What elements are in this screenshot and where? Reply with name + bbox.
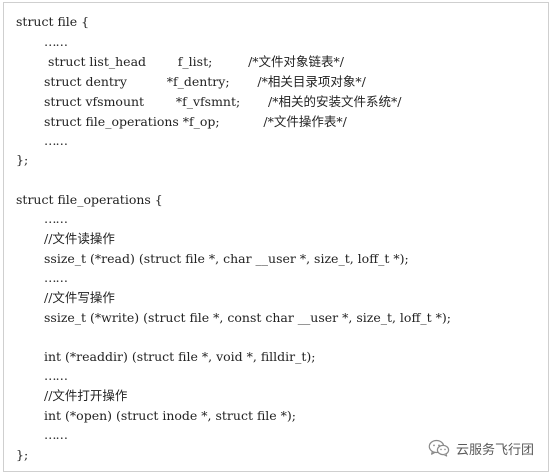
wechat-icon [428, 439, 450, 457]
code-line-ellipsis: …… [44, 34, 68, 49]
code-line-open-comment: //文件打开操作 [44, 388, 128, 403]
code-line-f-dentry: struct dentry *f_dentry; /*相关目录项对象*/ [44, 74, 366, 89]
code-line-readdir-signature: int (*readdir) (struct file *, void *, f… [44, 349, 316, 364]
code-line-write-comment: //文件写操作 [44, 290, 115, 305]
code-line-f-op: struct file_operations *f_op; /*文件操作表*/ [44, 114, 347, 129]
watermark-text: 云服务飞行团 [455, 442, 534, 458]
code-line-ellipsis: …… [44, 368, 68, 383]
code-line-read-signature: ssize_t (*read) (struct file *, char __u… [44, 251, 409, 266]
code-line-struct-fops-open: struct file_operations { [16, 192, 163, 207]
code-line-ellipsis: …… [44, 211, 68, 226]
code-line-struct-file-close: }; [16, 152, 29, 167]
code-frame: struct file { …… struct list_head f_list… [3, 2, 549, 472]
code-line-f-list: struct list_head f_list; /*文件对象链表*/ [44, 54, 345, 69]
code-line-open-signature: int (*open) (struct inode *, struct file… [44, 408, 296, 423]
code-line-read-comment: //文件读操作 [44, 231, 115, 246]
code-line-ellipsis: …… [44, 133, 68, 148]
code-line-write-signature: ssize_t (*write) (struct file *, const c… [44, 310, 451, 325]
code-line-ellipsis: …… [44, 427, 68, 442]
code-line-struct-fops-close: }; [16, 447, 29, 462]
code-line-ellipsis: …… [44, 270, 68, 285]
code-line-struct-file-open: struct file { [16, 14, 90, 29]
code-line-f-vfsmnt: struct vfsmount *f_vfsmnt; /*相关的安装文件系统*/ [44, 94, 402, 109]
watermark: 云服务飞行团 [428, 437, 534, 459]
